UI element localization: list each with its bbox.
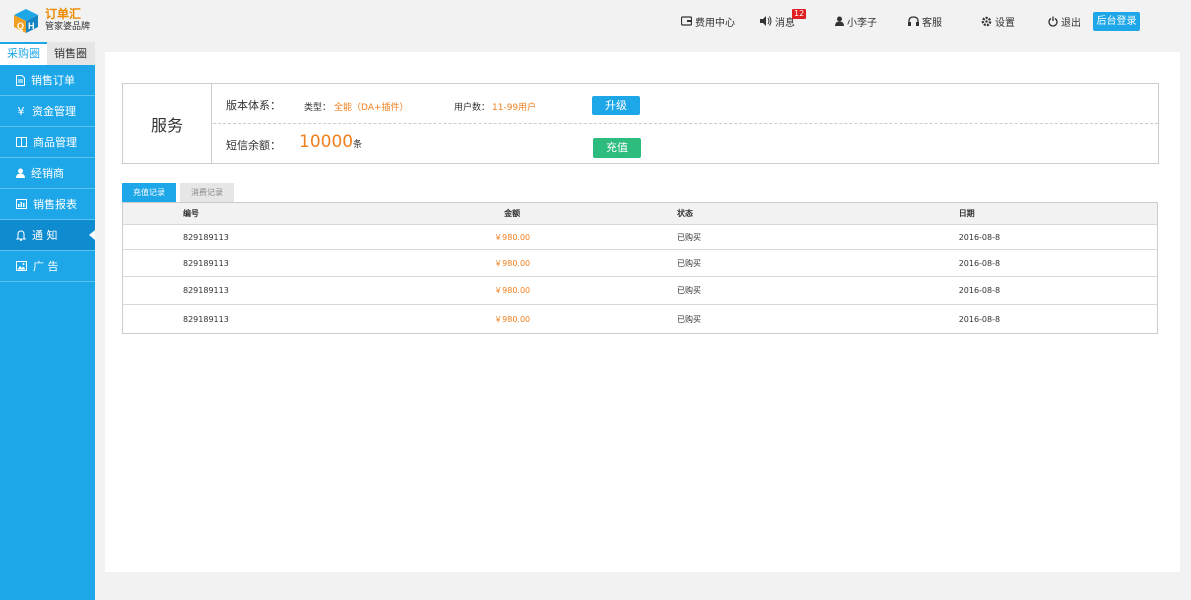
sidebar-item-label: 资金管理: [32, 105, 76, 118]
document-icon: [16, 74, 25, 86]
cell-date: 2016-08-8: [958, 249, 1158, 277]
sidebar-item-label: 商品管理: [33, 136, 77, 149]
column-header-date: 日期: [958, 202, 1158, 225]
sidebar: 采购圈 销售圈 销售订单 ¥ 资金管理 商品管理 经销商 销售报表 通 知 广 …: [0, 42, 95, 600]
column-header-status: 状态: [677, 202, 959, 225]
cell-amount: ￥980.00: [387, 224, 678, 250]
cell-amount: ￥980.00: [387, 304, 678, 334]
cell-id: 829189113: [122, 304, 388, 334]
gear-icon: [981, 16, 992, 26]
version-label: 版本体系：: [226, 99, 281, 112]
sms-row: 短信余额： 10000条 充值: [213, 124, 1158, 163]
nav-service[interactable]: 客服: [908, 13, 942, 29]
tab-purchase-circle[interactable]: 采购圈: [0, 42, 47, 65]
tab-recharge-records[interactable]: 充值记录: [122, 183, 176, 202]
type-label: 类型：: [304, 103, 332, 113]
book-icon: [16, 137, 27, 147]
logo-cube-icon: Q H: [14, 9, 38, 33]
nav-billing[interactable]: 费用中心: [681, 13, 735, 29]
message-count-badge: 12: [792, 9, 807, 19]
nav-billing-label: 费用中心: [695, 17, 735, 29]
records-tabs: 充值记录 消费记录: [122, 183, 238, 202]
table-header-row: 编号 金额 状态 日期: [122, 202, 1158, 225]
sidebar-item-label: 销售订单: [31, 74, 75, 87]
recharge-button[interactable]: 充值: [593, 138, 641, 158]
sidebar-item-label: 经销商: [31, 167, 64, 180]
service-title: 服务: [123, 84, 212, 163]
sidebar-item-notifications[interactable]: 通 知: [0, 220, 95, 251]
headphones-icon: [908, 16, 919, 26]
cell-status: 已购买: [677, 276, 959, 305]
user-icon: [835, 16, 844, 26]
svg-text:Q: Q: [17, 21, 24, 31]
image-icon: [16, 261, 27, 271]
nav-settings-label: 设置: [995, 17, 1015, 29]
users-value: 11-99用户: [492, 103, 537, 113]
table-row[interactable]: 829189113 ￥980.00 已购买 2016-08-8: [122, 276, 1158, 305]
sidebar-item-funds[interactable]: ¥ 资金管理: [0, 96, 95, 127]
version-row: 版本体系： 类型： 全能（DA+插件） 用户数： 11-99用户 升级: [213, 84, 1158, 124]
cell-amount: ￥980.00: [387, 276, 678, 305]
records-table: 编号 金额 状态 日期 829189113 ￥980.00 已购买 2016-0…: [122, 202, 1158, 334]
column-header-amount: 金额: [387, 202, 678, 225]
logo-subtitle: 管家婆品牌: [45, 22, 91, 32]
sidebar-item-dealers[interactable]: 经销商: [0, 158, 95, 189]
upgrade-button[interactable]: 升级: [592, 96, 640, 115]
type-value: 全能（DA+插件）: [334, 103, 409, 113]
nav-logout-label: 退出: [1061, 17, 1081, 29]
cell-date: 2016-08-8: [958, 276, 1158, 305]
nav-user-label: 小李子: [847, 17, 877, 29]
cell-status: 已购买: [677, 224, 959, 250]
sidebar-item-products[interactable]: 商品管理: [0, 127, 95, 158]
cell-status: 已购买: [677, 304, 959, 334]
users-label: 用户数：: [454, 103, 491, 113]
table-row[interactable]: 829189113 ￥980.00 已购买 2016-08-8: [122, 249, 1158, 277]
sms-balance-value: 10000条: [299, 132, 362, 152]
svg-text:H: H: [28, 21, 35, 31]
sms-amount: 10000: [299, 132, 354, 152]
sidebar-item-label: 广 告: [33, 260, 59, 273]
table-row[interactable]: 829189113 ￥980.00 已购买 2016-08-8: [122, 304, 1158, 334]
cell-id: 829189113: [122, 224, 388, 250]
top-bar: Q H 订单汇 管家婆品牌 费用中心 消息 12 小李子 客服 设置 退出 后台…: [0, 0, 1191, 42]
bell-icon: [16, 229, 26, 241]
speaker-icon: [760, 16, 772, 26]
logo[interactable]: Q H 订单汇 管家婆品牌: [12, 6, 90, 36]
service-panel: 服务 版本体系： 类型： 全能（DA+插件） 用户数： 11-99用户 升级 短…: [122, 83, 1159, 164]
wallet-icon: [681, 16, 692, 26]
nav-service-label: 客服: [922, 17, 942, 29]
cell-date: 2016-08-8: [958, 304, 1158, 334]
sidebar-item-sales-orders[interactable]: 销售订单: [0, 65, 95, 96]
nav-messages[interactable]: 消息 12: [760, 9, 807, 29]
admin-login-button[interactable]: 后台登录: [1093, 12, 1140, 31]
logo-title: 订单汇: [45, 7, 82, 21]
column-header-id: 编号: [122, 202, 388, 225]
sidebar-item-sales-report[interactable]: 销售报表: [0, 189, 95, 220]
table-row[interactable]: 829189113 ￥980.00 已购买 2016-08-8: [122, 224, 1158, 250]
cell-id: 829189113: [122, 276, 388, 305]
cell-amount: ￥980.00: [387, 249, 678, 277]
nav-user[interactable]: 小李子: [835, 13, 877, 29]
sms-unit: 条: [353, 140, 363, 150]
user-icon: [16, 168, 25, 178]
tab-sales-circle[interactable]: 销售圈: [47, 42, 94, 65]
nav-settings[interactable]: 设置: [981, 13, 1015, 29]
sidebar-item-ads[interactable]: 广 告: [0, 251, 95, 282]
cell-id: 829189113: [122, 249, 388, 277]
sms-balance-label: 短信余额：: [226, 139, 281, 152]
nav-logout[interactable]: 退出: [1048, 13, 1081, 29]
tab-consumption-records[interactable]: 消费记录: [180, 183, 234, 202]
sidebar-item-label: 通 知: [32, 229, 58, 242]
power-icon: [1048, 16, 1058, 27]
sidebar-item-label: 销售报表: [33, 198, 77, 211]
sidebar-tabs: 采购圈 销售圈: [0, 42, 95, 65]
main-panel: 服务 版本体系： 类型： 全能（DA+插件） 用户数： 11-99用户 升级 短…: [105, 52, 1180, 572]
cell-status: 已购买: [677, 249, 959, 277]
cell-date: 2016-08-8: [958, 224, 1158, 250]
chart-icon: [16, 199, 27, 209]
yen-icon: ¥: [17, 104, 25, 118]
